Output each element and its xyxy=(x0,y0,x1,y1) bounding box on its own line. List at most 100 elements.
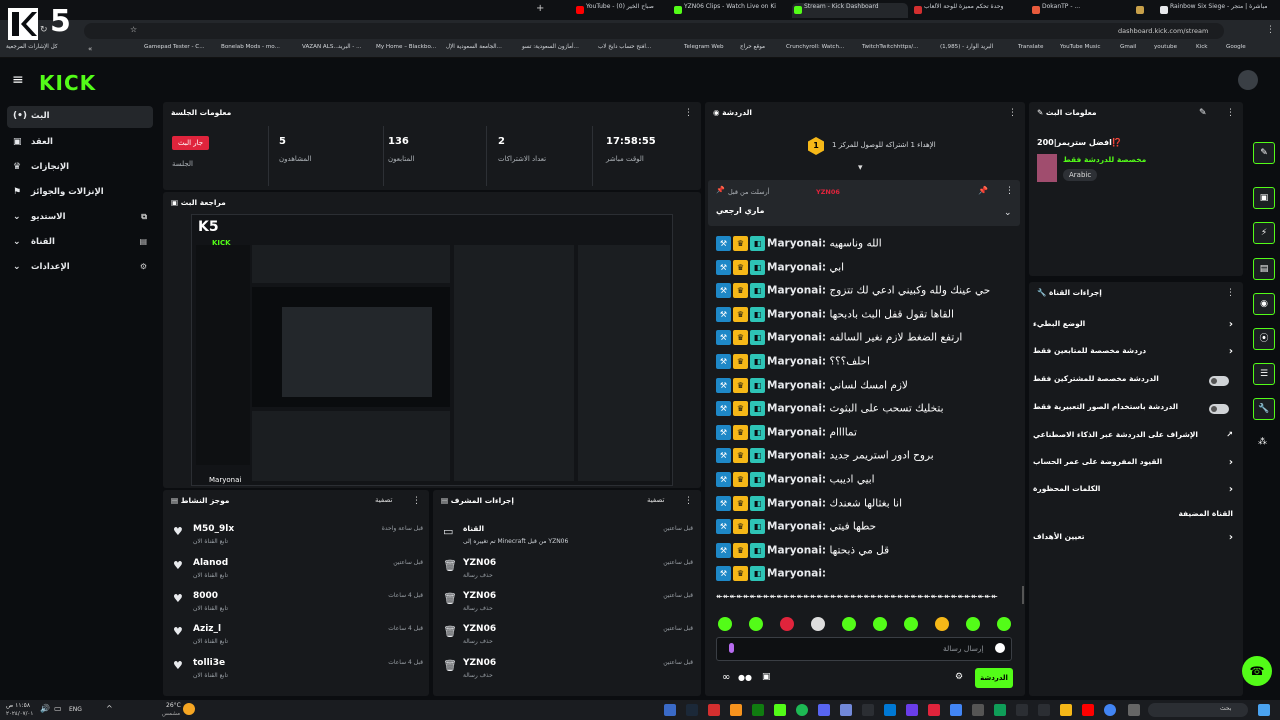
taskbar-app-icon[interactable] xyxy=(862,704,874,716)
chat-username[interactable]: Maryonai: xyxy=(767,568,826,580)
bookmark[interactable]: VAZAN ALS... xyxy=(302,44,339,50)
bookmark[interactable]: Kick xyxy=(1196,44,1208,50)
sidebar-item-studio[interactable]: ⌄ الاستديو ⧉ xyxy=(7,207,153,229)
browser-tab[interactable]: Rainbow Six Siege - مباشرة | متجر xyxy=(1158,3,1276,18)
unpin-icon[interactable]: 📌 xyxy=(978,186,988,195)
sidebar-item-achievements[interactable]: ♛ الإنجازات xyxy=(7,157,153,179)
chat-message[interactable]: ⚒ ♛ ◧ Maryonai: ابيي اديبب xyxy=(716,472,1016,492)
chat-username[interactable]: Maryonai: xyxy=(767,285,826,297)
taskbar-app-icon[interactable] xyxy=(1082,704,1094,716)
chat-message[interactable]: ⚒ ♛ ◧ Maryonai: حطها فيتي xyxy=(716,519,1016,539)
chat-message[interactable]: ⚒ ♛ ◧ Maryonai: بتخليك تسحب على البثوث xyxy=(716,401,1016,421)
action-followers-only[interactable]: دردشة مخصصة للمتابعين فقط › xyxy=(1033,346,1233,366)
bookmark[interactable]: افتح حساب دايخ لاب... xyxy=(598,44,651,50)
taskbar-app-icon[interactable] xyxy=(994,704,1006,716)
browser-tab[interactable]: YZN06 Clips - Watch Live on Ki xyxy=(672,3,788,18)
language-indicator[interactable]: ENG xyxy=(69,706,82,713)
bookmark[interactable]: Telegram Web xyxy=(684,44,724,50)
bookmark[interactable]: Google xyxy=(1226,44,1246,50)
bookmark[interactable]: YouTube Music xyxy=(1060,44,1100,50)
taskbar-app-icon[interactable] xyxy=(906,704,918,716)
chat-username[interactable]: Maryonai: xyxy=(767,261,826,273)
chat-username[interactable]: Maryonai: xyxy=(767,474,826,486)
chat-username[interactable]: Maryonai: xyxy=(767,379,826,391)
hamburger-menu-icon[interactable]: ≡ xyxy=(12,72,24,88)
action-slow-mode[interactable]: الوضع البطيء › xyxy=(1033,319,1233,339)
start-menu-icon[interactable] xyxy=(1258,704,1270,716)
bookmark[interactable]: أمازون السعودية: تسو... xyxy=(522,44,579,50)
chat-username[interactable]: Maryonai: xyxy=(767,403,826,415)
tray-up-icon[interactable]: ^ xyxy=(106,704,113,713)
bookmark[interactable]: Gmail xyxy=(1120,44,1136,50)
emote-icon[interactable] xyxy=(935,617,949,631)
goal-collapse-icon[interactable]: ▾ xyxy=(858,163,863,173)
user-avatar[interactable] xyxy=(1238,70,1258,90)
emotes-only-toggle[interactable] xyxy=(1209,404,1229,414)
taskbar-app-icon[interactable] xyxy=(664,704,676,716)
rail-list-icon[interactable]: ☰ xyxy=(1253,363,1275,385)
emote-icon[interactable] xyxy=(873,617,887,631)
browser-tab[interactable] xyxy=(1134,3,1156,18)
users-icon[interactable]: ●● xyxy=(738,673,752,682)
emote-icon[interactable] xyxy=(780,617,794,631)
bookmark[interactable]: الجامعة السعودية الإل... xyxy=(446,44,502,50)
taskbar-app-icon[interactable] xyxy=(1016,704,1028,716)
chat-message[interactable]: ⚒ ♛ ◧ Maryonai: احلف؟؟؟ xyxy=(716,354,1016,374)
chat-message[interactable]: ⚒ ♛ ◧ Maryonai: تماااام xyxy=(716,424,1016,445)
emote-icon[interactable] xyxy=(842,617,856,631)
chat-message[interactable]: ⚒ ♛ ◧ Maryonai: انا بغثالها شعندك xyxy=(716,495,1016,516)
emote-icon[interactable] xyxy=(997,617,1011,631)
chevron-down-icon[interactable]: ⌄ xyxy=(1004,208,1012,218)
mic-icon[interactable] xyxy=(729,643,734,653)
chat-username[interactable]: Maryonai: xyxy=(767,450,826,462)
chat-input[interactable]: إرسال رسالة xyxy=(716,637,1012,661)
action-set-goals[interactable]: تعيين الأهداف › xyxy=(1033,532,1233,552)
chat-message[interactable]: ⚒ ♛ ◧ Maryonai: ارتفع الضغط لازم نغير السال… xyxy=(716,330,1016,350)
rail-users-icon[interactable]: ⁂ xyxy=(1258,437,1267,447)
bookmark[interactable]: My Home – Blackbo... xyxy=(376,44,436,50)
more-options-icon[interactable]: ⋮ xyxy=(684,496,693,506)
more-options-icon[interactable]: ⋮ xyxy=(1008,108,1017,118)
chat-username[interactable]: Maryonai: xyxy=(767,356,826,368)
chat-message[interactable]: ⚒ ♛ ◧ Maryonai: حي عينك ولله وكبيني ادعي لك… xyxy=(716,283,1016,303)
sidebar-item-contract[interactable]: ▣ العقد xyxy=(7,132,153,154)
chat-message[interactable]: ⚒ ♛ ◧ Maryonai: ابي xyxy=(716,259,1016,280)
action-banned-words[interactable]: الكلمات المحظورة › xyxy=(1033,484,1233,504)
bookmark[interactable]: Bonelab Mods - mo... xyxy=(221,44,280,50)
browser-tab[interactable]: YouTube - صباح الخير (0) xyxy=(574,3,668,18)
chat-message[interactable]: ⚒ ♛ ◧ Maryonai: xyxy=(716,566,1016,586)
bookmark[interactable]: البريد - ... xyxy=(338,44,361,50)
kick-logo[interactable]: KICK xyxy=(39,71,96,95)
more-options-icon[interactable]: ⋮ xyxy=(1226,288,1235,298)
action-host-channel[interactable]: القناة المضيفة xyxy=(1033,509,1233,529)
taskbar-search[interactable]: بحث xyxy=(1148,703,1248,717)
emote-icon[interactable] xyxy=(718,617,732,631)
taskbar-app-icon[interactable] xyxy=(950,704,962,716)
network-icon[interactable]: ▭ xyxy=(54,704,62,713)
taskbar-app-icon[interactable] xyxy=(1038,704,1050,716)
chat-message[interactable]: ⚒ ♛ ◧ Maryonai: قل مي ذبحتها xyxy=(716,542,1016,563)
emote-icon[interactable] xyxy=(811,617,825,631)
taskbar-app-icon[interactable] xyxy=(840,704,852,716)
rail-lightning-icon[interactable]: ⚡ xyxy=(1253,222,1275,244)
chat-username[interactable]: Maryonai: xyxy=(767,308,826,320)
bookmark[interactable]: Crunchyroll: Watch... xyxy=(786,44,844,50)
star-icon[interactable]: ☆ xyxy=(130,25,137,34)
more-options-icon[interactable]: ⋮ xyxy=(1005,186,1014,196)
emote-icon[interactable] xyxy=(749,617,763,631)
chat-message[interactable]: ⚒ ♛ ◧ Maryonai: بروح ادور استريمر جديد xyxy=(716,448,1016,468)
chat-username[interactable]: Maryonai: xyxy=(767,521,826,533)
gift-icon[interactable]: ▣ xyxy=(762,672,771,682)
chat-username[interactable]: Maryonai: xyxy=(767,332,826,344)
menu-icon[interactable]: ⋮ xyxy=(1266,25,1275,35)
chat-username[interactable]: Maryonai: xyxy=(767,497,826,509)
bookmark[interactable]: youtube xyxy=(1154,44,1177,50)
chat-username[interactable]: Maryonai: xyxy=(767,238,826,250)
taskbar-app-icon[interactable] xyxy=(1104,704,1116,716)
bookmark[interactable]: Translate xyxy=(1018,44,1043,50)
chat-scrollbar[interactable] xyxy=(1022,586,1024,604)
bookmark-all[interactable]: كل الإشارات المرجعية xyxy=(6,44,58,50)
chat-settings-icon[interactable]: ⚙ xyxy=(955,672,963,682)
send-chat-button[interactable]: الدردشة xyxy=(975,668,1013,688)
emoji-picker-icon[interactable] xyxy=(995,643,1005,653)
